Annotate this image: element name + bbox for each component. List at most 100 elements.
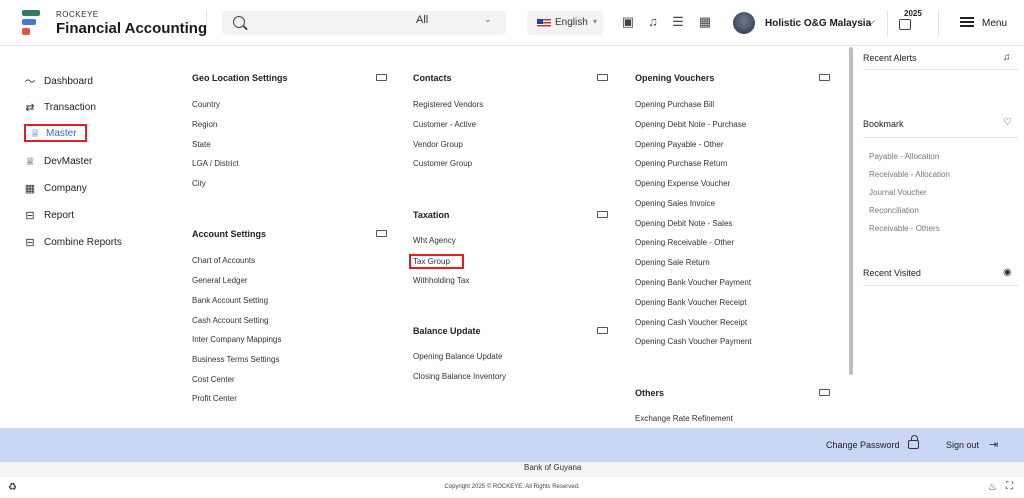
menu-link-opening-voucher[interactable]: Opening Sales Invoice — [635, 199, 715, 208]
fullscreen-icon[interactable]: ⛶ — [1006, 481, 1013, 492]
fiscal-year[interactable]: 2025 — [904, 9, 922, 18]
bookmark-item[interactable]: Receivable - Others — [869, 224, 940, 233]
ticket-icon[interactable] — [597, 74, 608, 81]
menu-button[interactable]: Menu — [982, 18, 1007, 29]
crown-icon: ♕ — [25, 155, 35, 168]
ticket-icon[interactable] — [819, 389, 830, 396]
search-box[interactable] — [222, 11, 506, 35]
menu-link-customer-active[interactable]: Customer - Active — [413, 120, 476, 129]
ticket-icon[interactable] — [376, 230, 387, 237]
menu-link-bank-account-setting[interactable]: Bank Account Setting — [192, 296, 268, 305]
chevron-down-icon[interactable]: ⌄ — [484, 14, 492, 25]
bell-icon[interactable]: ♫ — [645, 14, 661, 30]
menu-link-region[interactable]: Region — [192, 120, 217, 129]
bookmark-item[interactable]: Payable - Allocation — [869, 152, 939, 161]
sidebar: 〜 Dashboard ⇄ Transaction ♕ Master ♕ Dev… — [0, 47, 170, 427]
chevron-down-icon[interactable]: ⌵ — [866, 14, 875, 29]
menu-link-chart-of-accounts[interactable]: Chart of Accounts — [192, 256, 255, 265]
sidebar-item-master[interactable]: ♕ Master — [24, 124, 87, 142]
rockeye-logo[interactable] — [22, 10, 42, 36]
ticket-icon[interactable] — [819, 74, 830, 81]
section-title-taxation: Taxation — [413, 210, 450, 220]
language-select[interactable]: English ▾ — [527, 11, 603, 35]
menu-link-opening-voucher[interactable]: Opening Cash Voucher Receipt — [635, 318, 747, 327]
sidebar-item-combine-reports[interactable]: ⊟ Combine Reports — [24, 233, 122, 251]
report-icon: ⊟ — [25, 236, 35, 249]
flame-icon[interactable]: ♨ — [988, 482, 997, 493]
menu-link-cost-center[interactable]: Cost Center — [192, 375, 235, 384]
menu-link-opening-voucher[interactable]: Opening Debit Note - Purchase — [635, 120, 746, 129]
menu-link-opening-voucher[interactable]: Opening Bank Voucher Receipt — [635, 298, 747, 307]
calendar-icon[interactable] — [899, 19, 911, 30]
bell-icon[interactable]: ♫ — [1003, 52, 1011, 63]
menu-link-vendor-group[interactable]: Vendor Group — [413, 140, 463, 149]
menu-link-tax-group[interactable]: Tax Group — [409, 254, 464, 269]
menu-link-cash-account-setting[interactable]: Cash Account Setting — [192, 316, 269, 325]
sidebar-item-dashboard[interactable]: 〜 Dashboard — [24, 72, 93, 90]
menu-link-opening-voucher[interactable]: Opening Purchase Return — [635, 159, 728, 168]
section-title-balance: Balance Update — [413, 326, 481, 336]
sidebar-item-report[interactable]: ⊟ Report — [24, 206, 74, 224]
crown-icon: ♕ — [30, 127, 40, 140]
building-icon: ▦ — [24, 182, 36, 195]
ticket-icon[interactable] — [597, 211, 608, 218]
menu-link-lga-district[interactable]: LGA / District — [192, 159, 239, 168]
menu-link-customer-group[interactable]: Customer Group — [413, 159, 472, 168]
menu-link-inter-company-mappings[interactable]: Inter Company Mappings — [192, 335, 281, 344]
bookmark-item[interactable]: Receivable - Allocation — [869, 170, 950, 179]
bookmark-icon[interactable]: ▣ — [620, 14, 636, 30]
us-flag-icon — [537, 19, 551, 28]
sidebar-item-transaction[interactable]: ⇄ Transaction — [24, 98, 95, 116]
checklist-icon[interactable]: ☰ — [670, 14, 686, 30]
eye-icon[interactable]: ◉ — [1003, 267, 1012, 278]
company-name[interactable]: Holistic O&G Malaysia — [765, 18, 871, 29]
apps-grid-icon[interactable]: ▦ — [697, 14, 713, 30]
search-scope-select[interactable]: All — [416, 14, 428, 26]
sign-out-icon[interactable]: ⇥ — [989, 438, 998, 451]
menu-link-opening-voucher[interactable]: Opening Expense Voucher — [635, 179, 730, 188]
bookmark-item[interactable]: Reconciliation — [869, 206, 919, 215]
menu-link-business-terms-settings[interactable]: Business Terms Settings — [192, 355, 279, 364]
lock-icon[interactable] — [908, 435, 919, 449]
section-title-vouchers: Opening Vouchers — [635, 73, 715, 83]
ticket-icon[interactable] — [376, 74, 387, 81]
avatar[interactable] — [733, 12, 755, 34]
menu-link-country[interactable]: Country — [192, 100, 220, 109]
sidebar-item-label: Company — [44, 182, 87, 194]
sign-out-link[interactable]: Sign out — [946, 440, 979, 450]
search-icon — [233, 16, 245, 28]
menu-link-opening-voucher[interactable]: Opening Sale Return — [635, 258, 710, 267]
menu-link-city[interactable]: City — [192, 179, 206, 188]
sidebar-item-devmaster[interactable]: ♕ DevMaster — [24, 152, 92, 170]
menu-link-withholding-tax[interactable]: Withholding Tax — [413, 276, 469, 285]
menu-link-wht-agency[interactable]: Wht Agency — [413, 236, 456, 245]
menu-link-registered-vendors[interactable]: Registered Vendors — [413, 100, 483, 109]
menu-link-general-ledger[interactable]: General Ledger — [192, 276, 248, 285]
change-password-link[interactable]: Change Password — [826, 440, 900, 450]
menu-link-opening-voucher[interactable]: Opening Payable - Other — [635, 140, 724, 149]
menu-link-opening-voucher[interactable]: Opening Receivable - Other — [635, 238, 734, 247]
ticket-icon[interactable] — [597, 327, 608, 334]
menu-link-opening-voucher[interactable]: Opening Cash Voucher Payment — [635, 337, 752, 346]
sidebar-item-label: Combine Reports — [44, 236, 122, 248]
hamburger-menu-icon[interactable] — [960, 17, 974, 27]
section-title-account: Account Settings — [192, 229, 267, 239]
menu-link-opening-voucher[interactable]: Opening Bank Voucher Payment — [635, 278, 751, 287]
menu-link-opening-voucher[interactable]: Opening Debit Note - Sales — [635, 219, 732, 228]
menu-link-exchange-rate-refinement[interactable]: Exchange Rate Refinement — [635, 414, 733, 423]
menu-link-closing-balance-inventory[interactable]: Closing Balance Inventory — [413, 372, 506, 381]
sidebar-item-company[interactable]: ▦ Company — [24, 179, 87, 197]
section-title-geo: Geo Location Settings — [192, 73, 288, 83]
right-panel: Recent Alerts ♫ Bookmark ♡ Payable - All… — [853, 47, 1024, 427]
recent-visited-title: Recent Visited — [863, 268, 921, 278]
underlying-table-row: Bank of Guyana — [0, 462, 1024, 476]
menu-link-opening-balance-update[interactable]: Opening Balance Update — [413, 352, 502, 361]
menu-link-opening-voucher[interactable]: Opening Purchase Bill — [635, 100, 714, 109]
menu-link-state[interactable]: State — [192, 140, 211, 149]
divider — [206, 10, 207, 36]
bookmark-item[interactable]: Journal Voucher — [869, 188, 927, 197]
heart-icon[interactable]: ♡ — [1003, 117, 1012, 128]
search-input[interactable] — [252, 14, 412, 32]
brand-small: ROCKEYE — [56, 10, 99, 19]
menu-link-profit-center[interactable]: Profit Center — [192, 394, 237, 403]
